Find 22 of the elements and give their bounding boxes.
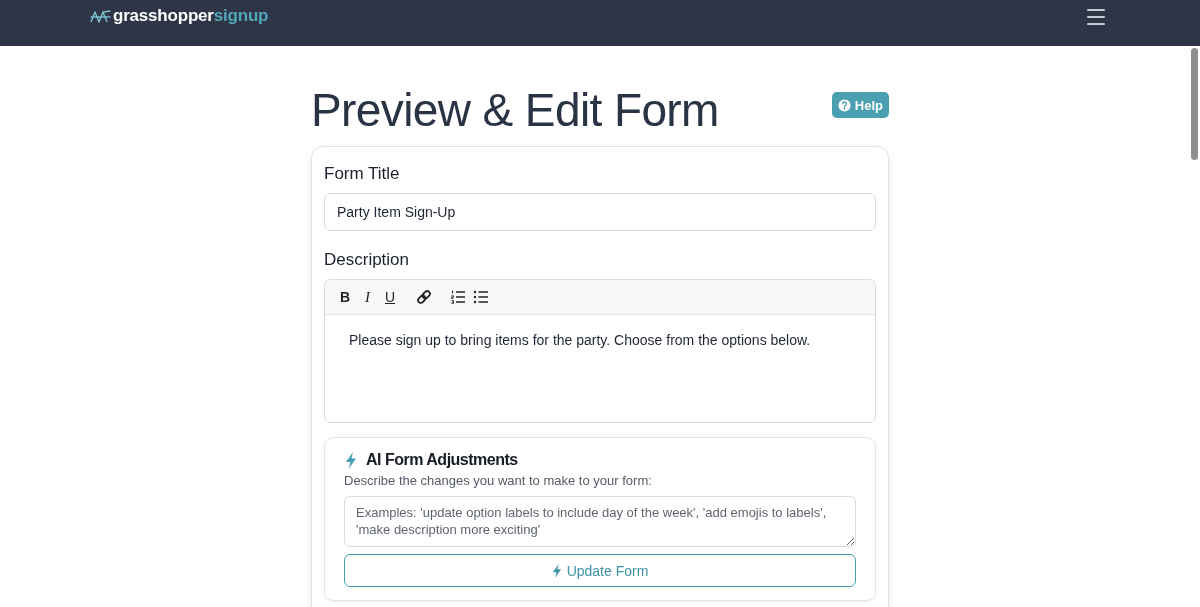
italic-button[interactable]: I: [358, 288, 377, 306]
update-form-button[interactable]: Update Form: [344, 554, 856, 587]
numbered-list-icon[interactable]: [450, 289, 466, 305]
field-label: Form Title: [324, 163, 401, 185]
brand-name[interactable]: grasshoppersignup: [113, 6, 269, 26]
bold-button[interactable]: B: [336, 288, 354, 306]
link-icon[interactable]: [416, 289, 432, 305]
logo-icon[interactable]: [90, 9, 111, 23]
scrollbar-thumb[interactable]: [1191, 48, 1198, 160]
menu-button[interactable]: [1087, 9, 1105, 25]
ai-instructions: Describe the changes you want to make to your form:: [344, 472, 653, 490]
form-title-input[interactable]: Party Item Sign-Up: [324, 193, 876, 231]
page-title: Preview & Edit Form: [311, 83, 719, 138]
question-icon: [837, 98, 851, 112]
bullet-list-icon[interactable]: [472, 289, 489, 305]
lightning-icon: [345, 451, 357, 469]
description-field[interactable]: Please sign up to bring items for the party. Choose from the options below.: [325, 315, 875, 422]
adjustments-textarea[interactable]: Examples: 'update option labels to include day of the week', 'add emojis to labels', 'make description more exciting': [344, 496, 856, 547]
field-label: Description: [324, 249, 411, 271]
lightning-icon: [551, 563, 562, 578]
ai-card-title: AI Form Adjustments: [366, 450, 518, 470]
underline-button[interactable]: U: [381, 288, 399, 306]
